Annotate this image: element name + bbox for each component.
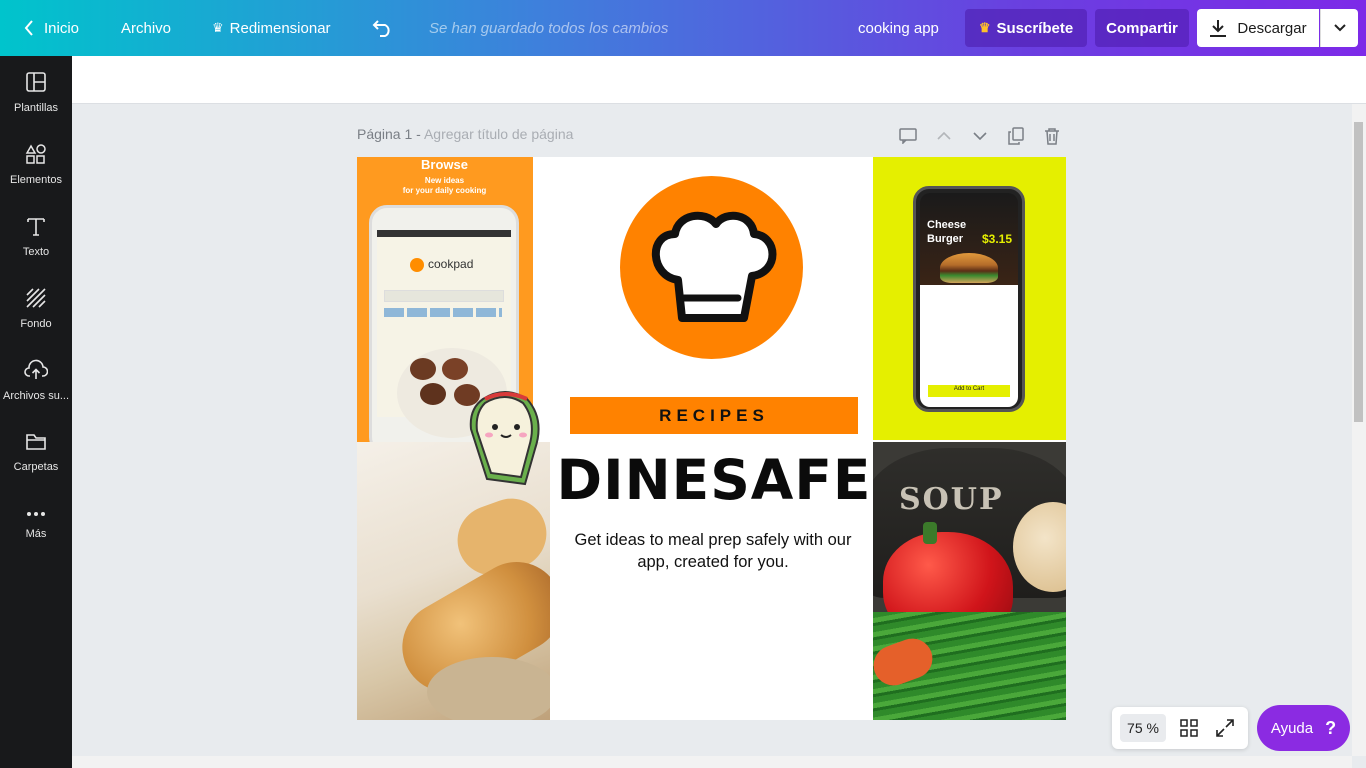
chevron-up-icon[interactable] — [934, 126, 954, 146]
question-icon: ? — [1325, 717, 1337, 738]
cookpad-brand: cookpad — [428, 257, 474, 271]
burger-phone-image[interactable]: Cheese Burger $3.15 Add to Cart — [873, 157, 1066, 440]
tagline-text[interactable]: Get ideas to meal prep safely with our a… — [567, 529, 859, 573]
horizontal-scrollbar[interactable] — [72, 756, 1352, 768]
subscribe-button[interactable]: ♛ Suscríbete — [965, 9, 1087, 47]
add-to-cart-label: Add to Cart — [953, 386, 985, 392]
download-options-button[interactable] — [1320, 9, 1358, 47]
sidebar-item-more[interactable]: Más — [0, 488, 72, 560]
sidebar: Plantillas Elementos Texto Fondo Archivo… — [0, 56, 72, 768]
chevron-down-icon — [1333, 24, 1346, 32]
burger-name-line-2: Burger — [927, 233, 964, 245]
page-label: Página 1 - Agregar título de página — [357, 126, 574, 142]
browse-subtitle-1: New ideas — [424, 176, 465, 185]
templates-icon — [25, 71, 47, 102]
help-button[interactable]: Ayuda ? — [1257, 705, 1350, 751]
resize-label: Redimensionar — [229, 19, 331, 37]
sidebar-item-label: Fondo — [20, 317, 52, 330]
download-label: Descargar — [1237, 19, 1307, 37]
burger-price: $3.15 — [982, 232, 1013, 246]
chef-hat-icon — [651, 211, 777, 322]
top-bar: Inicio Archivo ♛ Redimensionar Se han gu… — [0, 0, 1366, 56]
zoom-level[interactable]: 75 % — [1120, 714, 1166, 742]
sidebar-item-label: Plantillas — [13, 101, 59, 114]
vertical-scrollbar[interactable] — [1352, 104, 1366, 756]
design-canvas[interactable]: Browse New ideas for your daily cooking … — [357, 157, 1066, 720]
page-notes-icon[interactable] — [898, 126, 918, 146]
page-title-input[interactable]: Agregar título de página — [424, 126, 573, 142]
sidebar-item-label: Más — [25, 527, 47, 540]
upload-icon — [24, 359, 49, 390]
sidebar-item-uploads[interactable]: Archivos su... — [0, 344, 72, 416]
sidebar-item-folders[interactable]: Carpetas — [0, 416, 72, 488]
sidebar-item-label: Texto — [22, 245, 50, 258]
resize-button[interactable]: ♛ Redimensionar — [212, 0, 331, 56]
home-label: Inicio — [44, 19, 80, 37]
sidebar-item-label: Archivos su... — [2, 389, 70, 402]
download-button[interactable]: Descargar — [1197, 9, 1319, 47]
crown-icon: ♛ — [978, 20, 991, 35]
document-title[interactable]: cooking app — [858, 0, 939, 56]
headline-text[interactable]: DINESAFE — [550, 445, 878, 515]
trash-icon[interactable] — [1042, 126, 1062, 146]
chevron-left-icon — [24, 20, 34, 36]
text-icon — [25, 215, 47, 246]
sidebar-item-elements[interactable]: Elementos — [0, 128, 72, 200]
more-icon — [25, 509, 47, 528]
toolbar-area — [72, 56, 1366, 104]
recipes-banner[interactable]: RECIPES — [570, 397, 858, 434]
undo-button[interactable] — [372, 0, 394, 56]
soup-label: SOUP — [899, 482, 1004, 517]
sidebar-item-background[interactable]: Fondo — [0, 272, 72, 344]
chef-hat-logo[interactable] — [620, 176, 803, 359]
folder-icon — [25, 432, 47, 461]
subscribe-label: Suscríbete — [996, 19, 1074, 37]
sidebar-item-label: Elementos — [10, 173, 62, 186]
duplicate-page-icon[interactable] — [1006, 126, 1026, 146]
zoom-controls: 75 % — [1112, 707, 1248, 749]
crown-icon: ♛ — [212, 20, 224, 35]
sidebar-item-text[interactable]: Texto — [0, 200, 72, 272]
sandwich-sticker[interactable] — [465, 389, 545, 489]
file-menu[interactable]: Archivo — [121, 0, 171, 56]
help-label: Ayuda — [1270, 719, 1314, 737]
home-link[interactable]: Inicio — [24, 0, 79, 56]
share-button[interactable]: Compartir — [1095, 9, 1189, 47]
sidebar-item-templates[interactable]: Plantillas — [0, 56, 72, 128]
elements-icon — [25, 143, 47, 174]
file-label: Archivo — [121, 19, 172, 37]
phone-frame: Cheese Burger $3.15 Add to Cart — [913, 186, 1025, 412]
sidebar-item-label: Carpetas — [13, 460, 59, 473]
fullscreen-icon[interactable] — [1216, 719, 1234, 742]
background-icon — [25, 287, 47, 318]
browse-title: Browse — [421, 157, 468, 172]
share-label: Compartir — [1106, 19, 1178, 37]
soup-vegetables-photo[interactable]: SOUP — [873, 442, 1066, 720]
chevron-down-icon[interactable] — [970, 126, 990, 146]
page-number: Página 1 — [357, 126, 413, 142]
burger-name-line-1: Cheese — [927, 219, 967, 231]
grid-view-icon[interactable] — [1180, 719, 1198, 742]
undo-icon — [372, 19, 394, 37]
download-icon — [1209, 19, 1227, 37]
browse-subtitle-2: for your daily cooking — [402, 186, 487, 195]
save-status: Se han guardado todos los cambios — [429, 19, 669, 37]
scrollbar-thumb[interactable] — [1354, 122, 1363, 422]
